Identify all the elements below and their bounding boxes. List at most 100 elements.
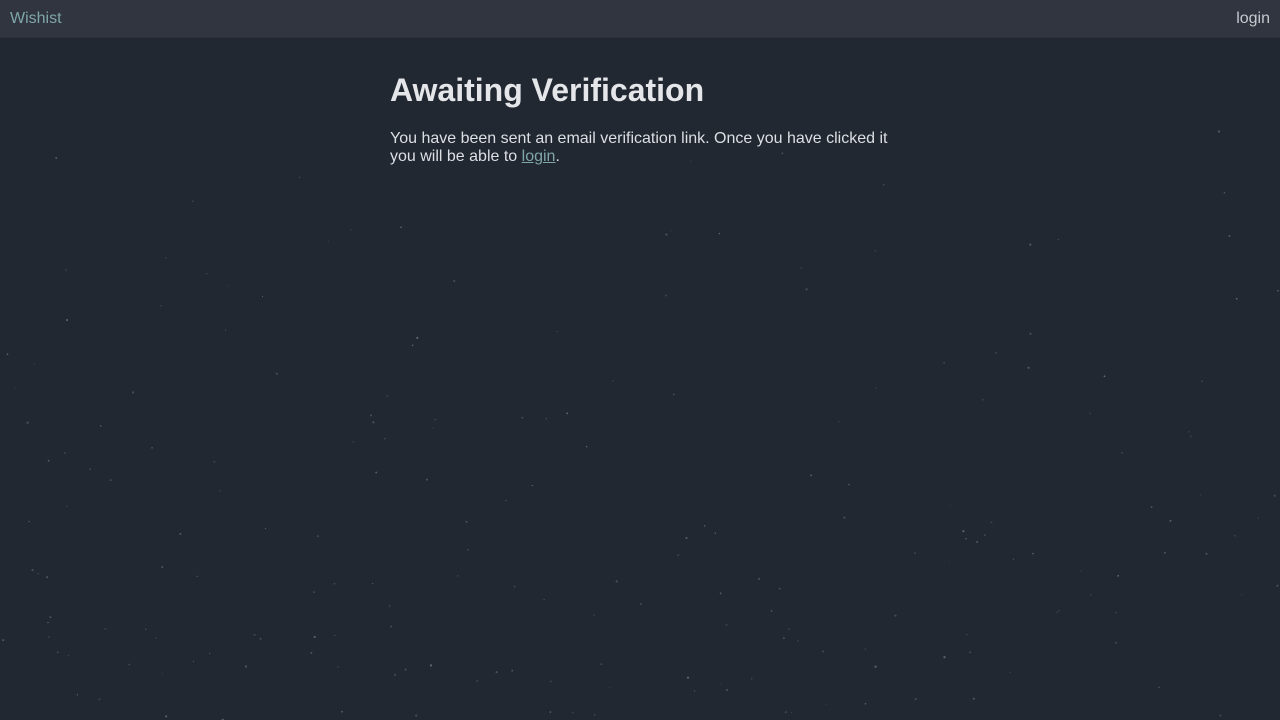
star-dot	[1276, 584, 1279, 587]
star-dot	[1158, 686, 1160, 689]
star-dot	[404, 668, 407, 671]
star-dot	[476, 679, 479, 683]
star-dot	[969, 651, 972, 654]
page-title: Awaiting Verification	[390, 72, 705, 108]
star-dot	[67, 655, 70, 657]
star-dot	[31, 568, 34, 572]
star-dot	[104, 627, 107, 630]
star-dot	[725, 623, 728, 627]
star-dot	[426, 478, 428, 481]
star-dot	[228, 285, 230, 287]
star-dot	[65, 505, 68, 507]
star-dot	[549, 711, 552, 713]
star-dot	[1235, 297, 1238, 300]
star-dot	[429, 664, 433, 667]
star-dot	[1240, 594, 1243, 596]
star-dot	[586, 446, 588, 448]
brand-link[interactable]: Wishist	[10, 10, 62, 28]
star-dot	[843, 516, 846, 519]
star-dot	[805, 288, 808, 291]
star-dot	[131, 391, 135, 394]
star-dot	[670, 230, 672, 232]
message-text: You have been sent an email verification…	[390, 130, 888, 165]
verification-message: You have been sent an email verification…	[390, 130, 900, 166]
star-dot	[98, 698, 101, 701]
star-dot	[388, 605, 391, 607]
star-dot	[1219, 714, 1222, 717]
star-dot	[914, 552, 916, 554]
star-dot	[109, 479, 112, 482]
star-dot	[161, 566, 164, 569]
star-dot	[46, 576, 49, 579]
star-dot	[432, 427, 435, 429]
star-dot	[1273, 494, 1276, 497]
star-dot	[571, 711, 574, 714]
star-dot	[995, 352, 997, 354]
star-dot	[949, 504, 951, 506]
star-dot	[543, 598, 545, 601]
star-dot	[316, 535, 319, 538]
star-dot	[874, 250, 877, 252]
star-dot	[894, 614, 897, 617]
star-dot	[37, 573, 39, 575]
star-dot	[1201, 380, 1203, 383]
star-dot	[372, 582, 374, 584]
star-dot	[261, 296, 264, 298]
star-dot	[810, 474, 812, 477]
star-dot	[352, 440, 355, 443]
star-dot	[416, 336, 419, 339]
star-dot	[1029, 332, 1032, 335]
star-dot	[196, 575, 198, 578]
inline-login-link[interactable]: login	[522, 148, 556, 165]
star-dot	[677, 554, 680, 557]
star-dot	[665, 233, 668, 236]
star-dot	[790, 711, 793, 714]
star-dot	[718, 232, 721, 235]
star-dot	[453, 279, 456, 283]
star-dot	[1115, 612, 1117, 614]
star-dot	[259, 637, 262, 640]
star-dot	[882, 183, 885, 186]
star-dot	[984, 534, 986, 536]
main-content: Awaiting Verification You have been sent…	[390, 72, 900, 166]
star-dot	[337, 666, 339, 668]
star-dot	[615, 580, 618, 583]
star-dot	[47, 459, 50, 462]
star-dot	[874, 665, 877, 668]
star-dot	[393, 673, 397, 677]
star-dot	[719, 684, 721, 686]
star-dot	[165, 715, 168, 718]
star-dot	[434, 418, 436, 421]
star-dot	[1080, 570, 1082, 572]
star-dot	[990, 521, 993, 524]
star-dot	[1217, 130, 1221, 133]
star-dot	[1277, 289, 1279, 292]
star-dot	[28, 520, 30, 523]
star-dot	[192, 661, 195, 663]
star-dot	[545, 418, 547, 420]
star-dot	[151, 446, 154, 449]
star-dot	[825, 703, 828, 705]
login-link[interactable]: login	[1236, 10, 1270, 28]
star-dot	[1228, 235, 1231, 237]
star-dot	[1103, 375, 1106, 378]
star-dot	[244, 665, 247, 668]
star-dot	[665, 294, 667, 297]
star-dot	[1163, 551, 1166, 554]
star-dot	[333, 583, 336, 585]
star-dot	[703, 525, 706, 527]
star-dot	[128, 663, 131, 666]
star-dot	[64, 269, 67, 271]
star-dot	[1089, 412, 1091, 415]
star-dot	[1027, 366, 1030, 369]
star-dot	[1090, 594, 1092, 596]
star-dot	[1150, 506, 1153, 508]
star-dot	[1057, 238, 1060, 241]
star-dot	[556, 330, 558, 333]
star-dot	[179, 532, 182, 535]
star-dot	[375, 471, 378, 474]
star-dot	[225, 329, 227, 331]
star-dot	[206, 272, 208, 275]
star-dot	[513, 585, 516, 588]
star-dot	[298, 176, 301, 178]
